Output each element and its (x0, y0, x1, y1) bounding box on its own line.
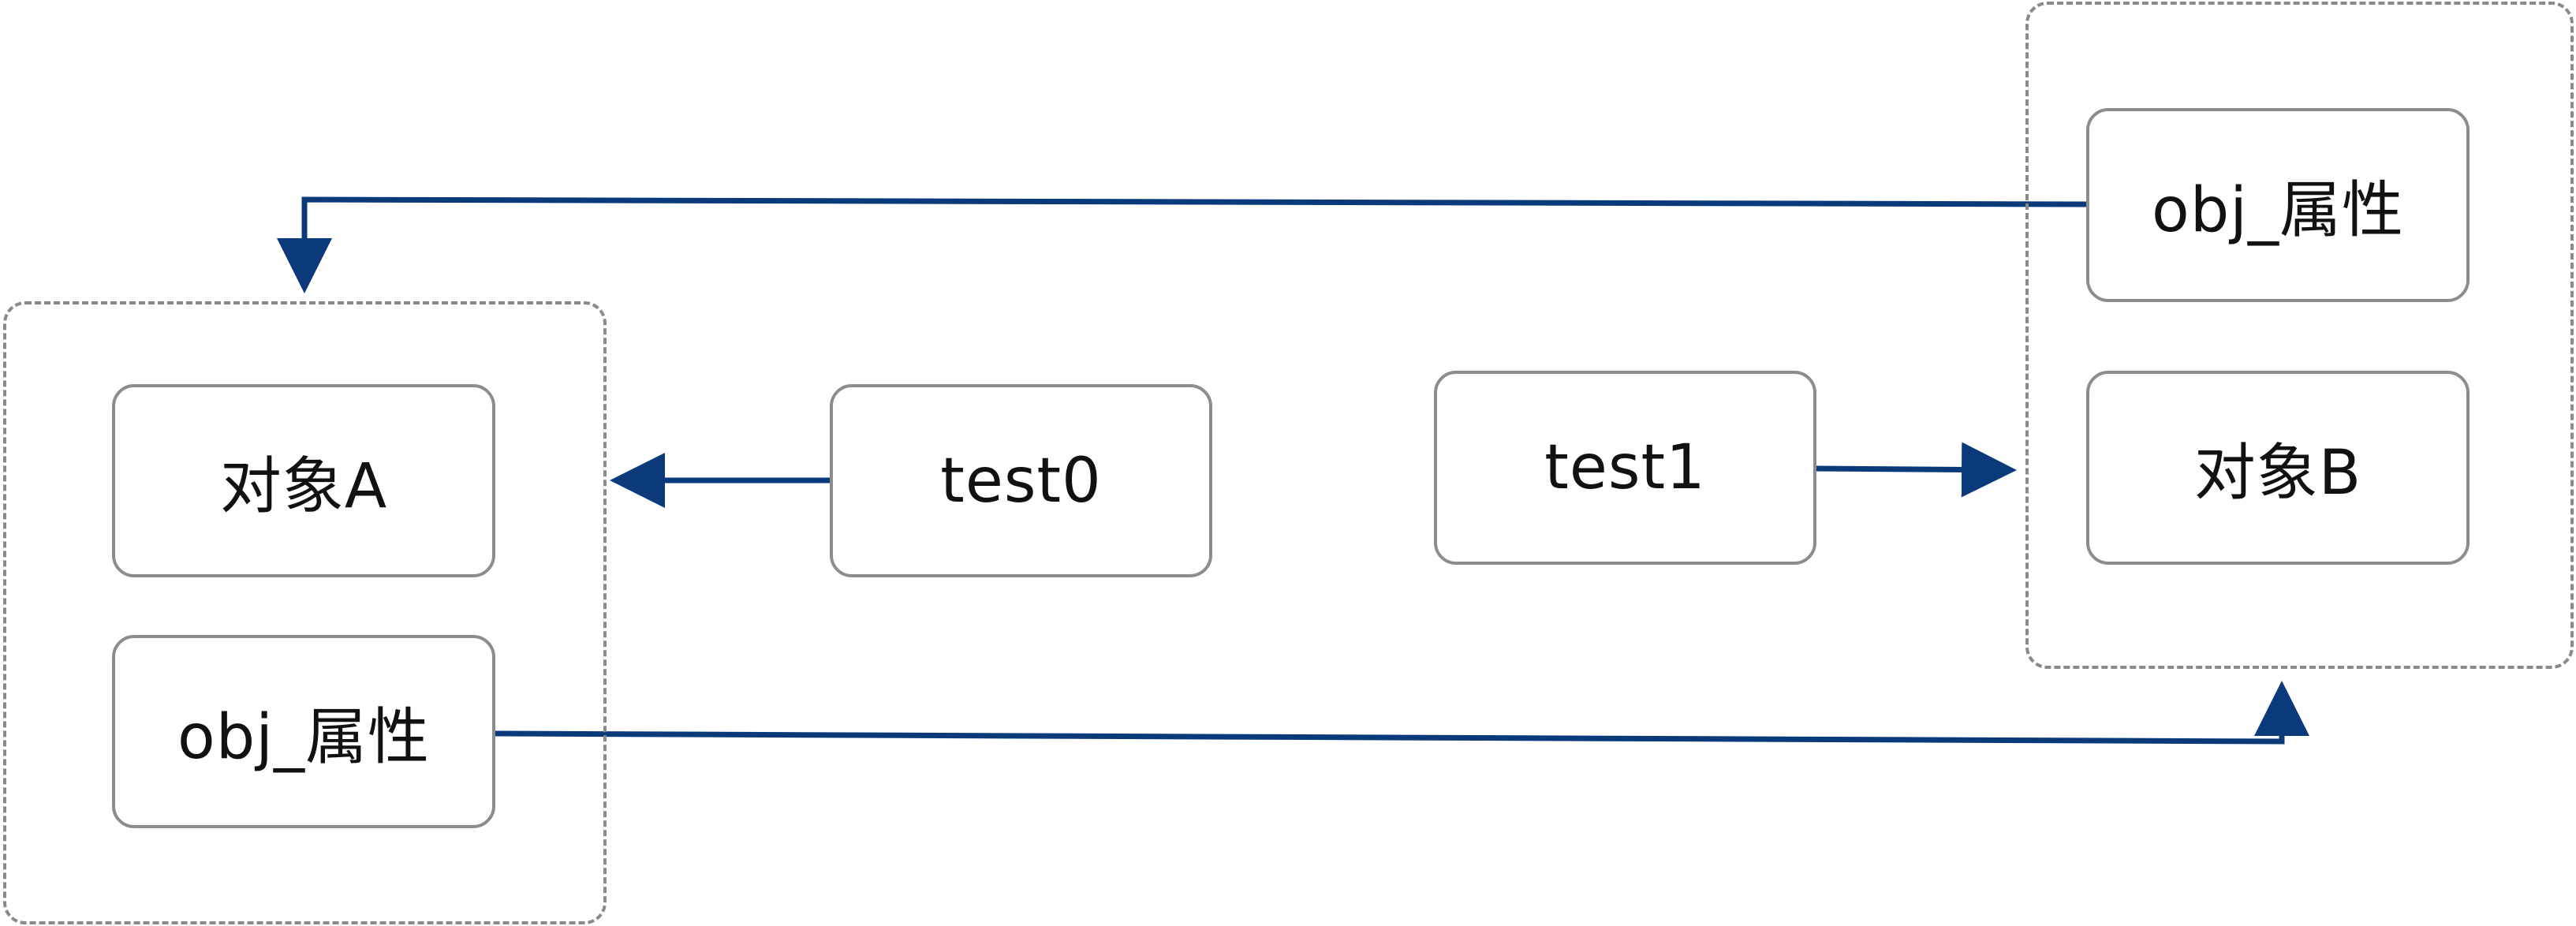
edge-obj-attr-b-to-group-a (277, 196, 2088, 293)
node-test0[interactable]: test0 (830, 384, 1212, 577)
edge-test1-to-group-b (1813, 442, 2017, 498)
node-test1[interactable]: test1 (1434, 371, 1816, 565)
node-obj-attr-a-label: obj_属性 (177, 701, 430, 773)
diagram-canvas: 对象A obj_属性 obj_属性 对象B test0 test1 (0, 0, 2576, 926)
edge-obj-attr-a-to-group-b (492, 681, 2309, 745)
node-object-a[interactable]: 对象A (112, 384, 495, 577)
node-obj-attr-a[interactable]: obj_属性 (112, 635, 495, 828)
node-object-b-label: 对象B (2193, 438, 2362, 509)
node-object-a-label: 对象A (219, 450, 388, 522)
node-obj-attr-b-label: obj_属性 (2152, 175, 2404, 246)
node-object-b[interactable]: 对象B (2086, 371, 2470, 565)
node-obj-attr-b[interactable]: obj_属性 (2086, 108, 2470, 302)
node-test1-label: test1 (1544, 432, 1706, 503)
node-test0-label: test0 (940, 445, 1102, 517)
group-b-container (2025, 2, 2574, 669)
